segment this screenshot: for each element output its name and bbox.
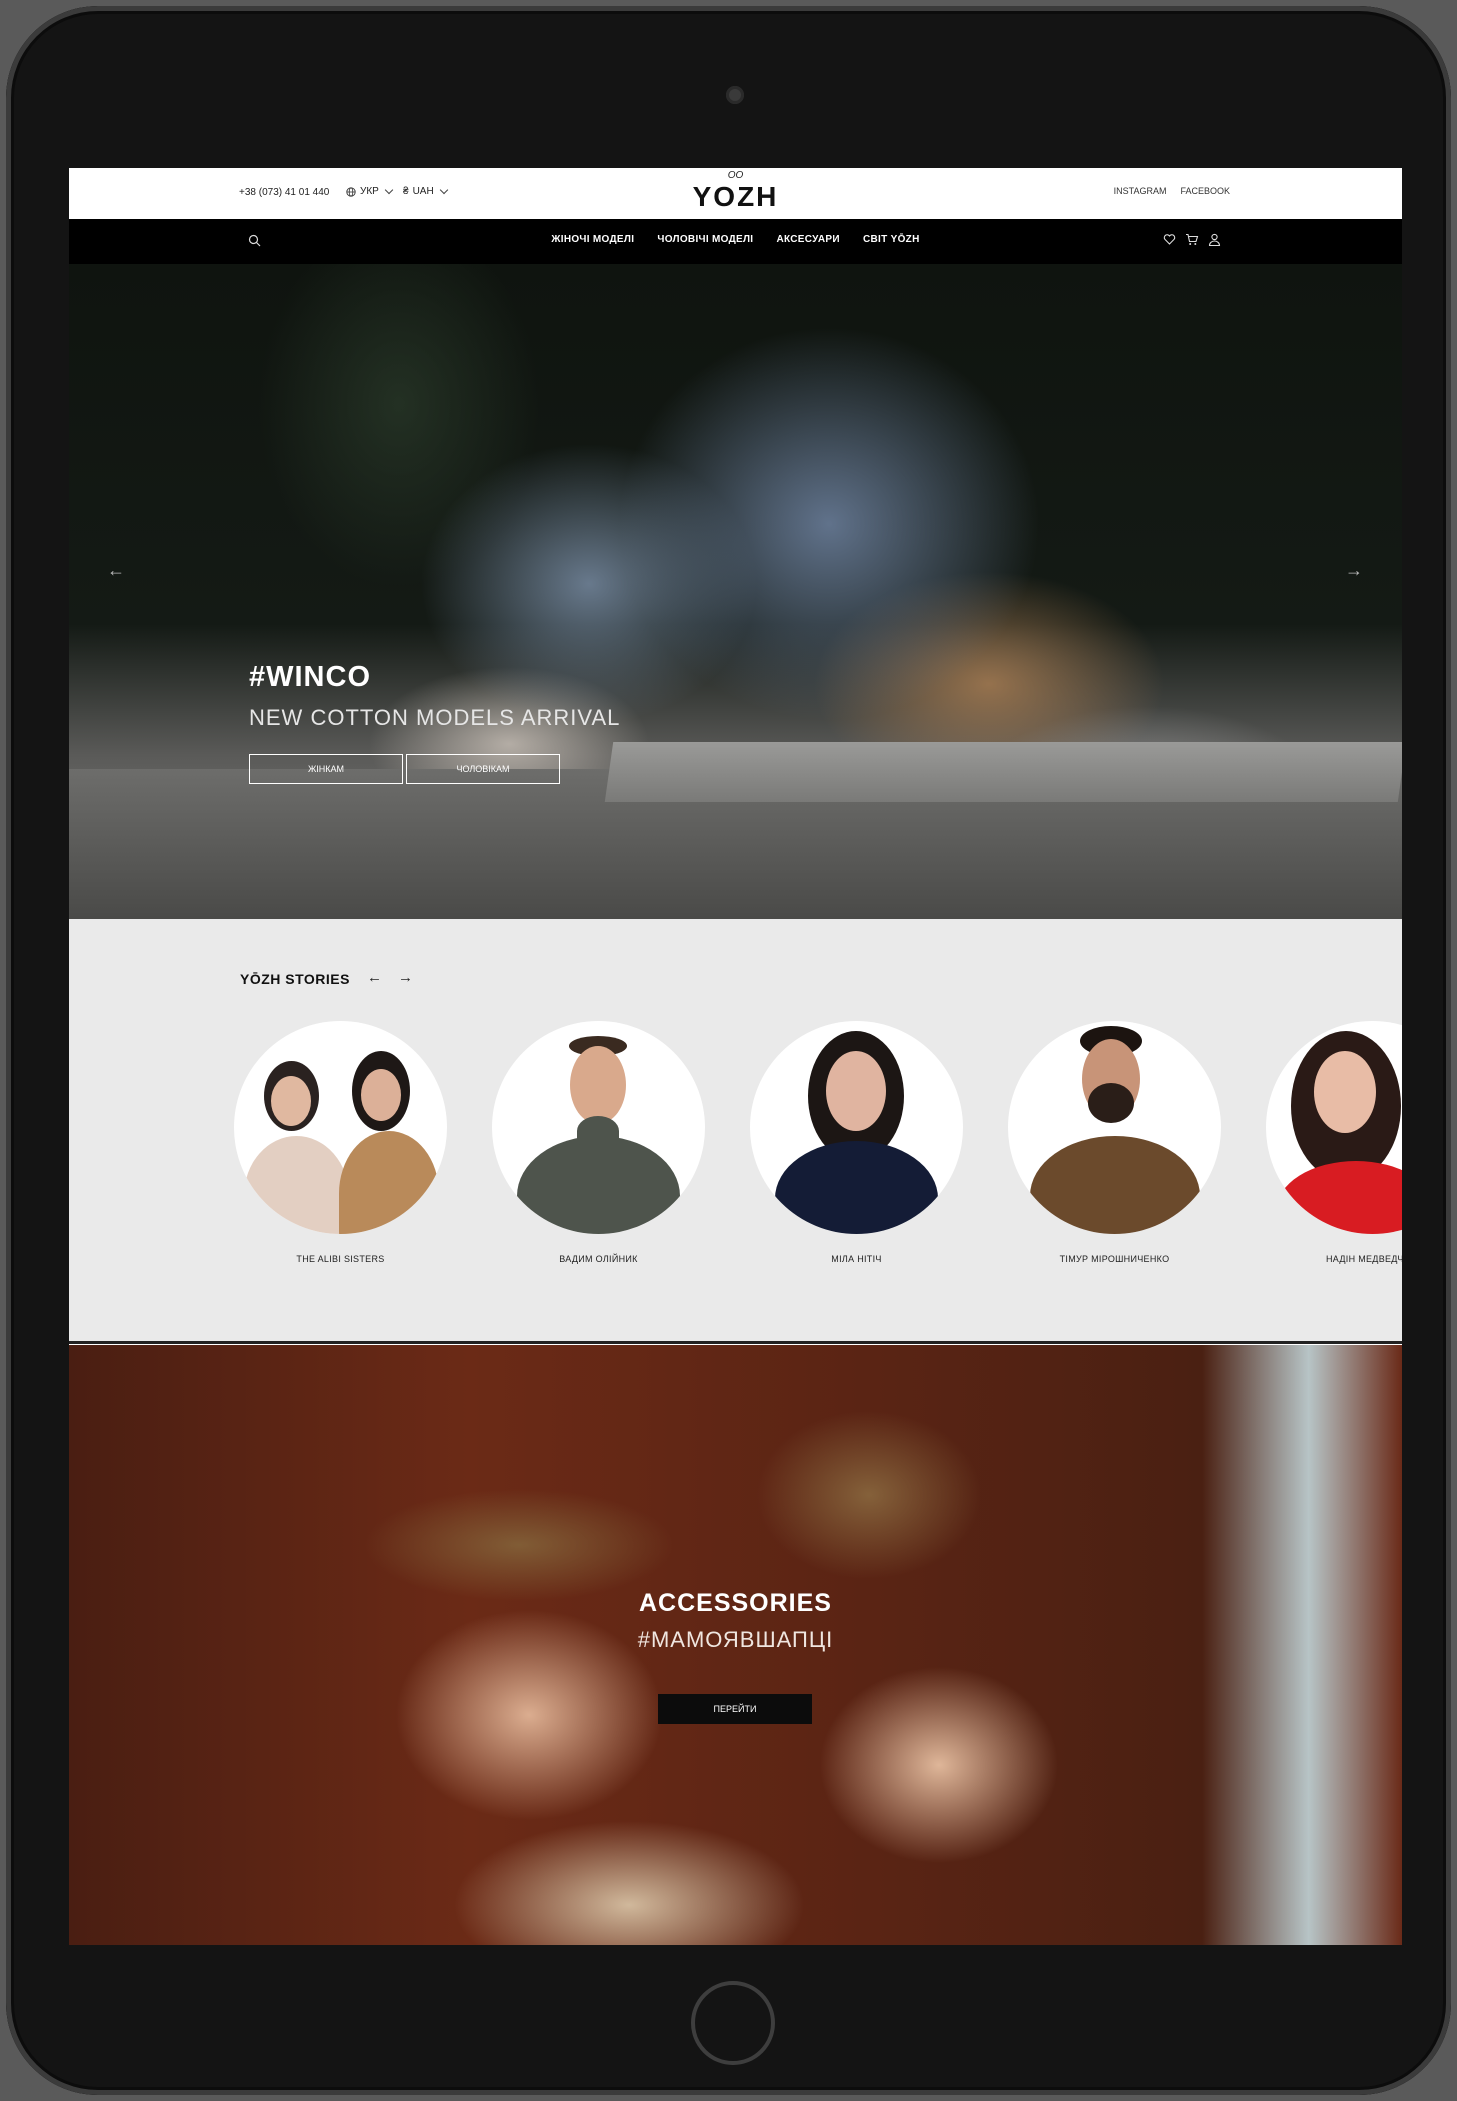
story-item[interactable]: ВАДИМ ОЛІЙНИК: [492, 1021, 705, 1264]
hero-next-arrow[interactable]: →: [1345, 560, 1363, 581]
story-name: THE ALIBI SISTERS: [296, 1254, 385, 1264]
language-label: УКР: [360, 186, 379, 197]
main-navigation: ЖІНОЧІ МОДЕЛІ ЧОЛОВІЧІ МОДЕЛІ АКСЕСУАРИ …: [69, 219, 1402, 264]
accessories-banner: ACCESSORIES #МАМОЯВШАПЦІ ПЕРЕЙТИ: [69, 1345, 1402, 1945]
hero-deck: [604, 742, 1402, 802]
nav-item-men[interactable]: ЧОЛОВІЧІ МОДЕЛІ: [657, 234, 753, 245]
women-button[interactable]: ЖІНКАМ: [249, 754, 403, 784]
stories-prev-arrow[interactable]: ←: [367, 969, 382, 986]
story-avatar: [1266, 1021, 1402, 1234]
story-avatar: [750, 1021, 963, 1234]
go-button[interactable]: ПЕРЕЙТИ: [658, 1694, 812, 1724]
nav-item-women[interactable]: ЖІНОЧІ МОДЕЛІ: [551, 234, 634, 245]
story-avatar: [492, 1021, 705, 1234]
story-name: НАДІН МЕДВЕДЧ: [1326, 1254, 1402, 1264]
tablet-frame: +38 (073) 41 01 440 УКР ₴ UAH ОО YOZH IN…: [6, 6, 1451, 2095]
hero-subtitle: NEW COTTON MODELS ARRIVAL: [249, 705, 621, 730]
currency-selector[interactable]: ₴ UAH: [403, 185, 448, 197]
nav-item-accessories[interactable]: АКСЕСУАРИ: [776, 234, 839, 245]
top-bar: +38 (073) 41 01 440 УКР ₴ UAH ОО YOZH IN…: [69, 168, 1402, 219]
cart-icon[interactable]: [1185, 233, 1199, 251]
story-avatar: [1008, 1021, 1221, 1234]
instagram-link[interactable]: INSTAGRAM: [1114, 186, 1167, 196]
nav-icons: [1163, 233, 1221, 251]
story-name: МІЛА НІТІЧ: [831, 1254, 882, 1264]
globe-icon: [346, 186, 356, 197]
stories-next-arrow[interactable]: →: [398, 969, 413, 986]
heart-icon[interactable]: [1163, 233, 1176, 251]
currency-label: UAH: [412, 186, 434, 197]
story-item[interactable]: МІЛА НІТІЧ: [750, 1021, 963, 1264]
phone-number[interactable]: +38 (073) 41 01 440: [239, 187, 329, 198]
hero-banner: ← → #WINCO NEW COTTON MODELS ARRIVAL ЖІН…: [69, 264, 1402, 919]
logo-text: YOZH: [692, 181, 779, 212]
hryvnia-icon: ₴: [403, 186, 409, 197]
nav-item-world[interactable]: СВІТ YŌZH: [863, 234, 920, 245]
accessories-hashtag: #МАМОЯВШАПЦІ: [637, 1627, 834, 1652]
hero-title: #WINCO: [249, 661, 371, 693]
user-icon[interactable]: [1208, 233, 1221, 251]
chevron-down-icon: [384, 185, 394, 195]
story-item[interactable]: THE ALIBI SISTERS: [234, 1021, 447, 1264]
stories-heading: YŌZH STORIES: [240, 971, 350, 987]
web-page: +38 (073) 41 01 440 УКР ₴ UAH ОО YOZH IN…: [69, 168, 1402, 1945]
hero-prev-arrow[interactable]: ←: [107, 560, 125, 581]
men-button[interactable]: ЧОЛОВІКАМ: [406, 754, 560, 784]
brand-logo[interactable]: ОО YOZH: [669, 170, 802, 216]
story-avatar: [234, 1021, 447, 1234]
social-links: INSTAGRAM FACEBOOK: [1114, 186, 1230, 196]
home-button[interactable]: [691, 1981, 775, 2065]
stories-section: YŌZH STORIES ← → THE ALIBI SISTERS ВАДИМ…: [69, 919, 1402, 1344]
facebook-link[interactable]: FACEBOOK: [1180, 186, 1230, 196]
camera-icon: [726, 86, 744, 104]
chevron-down-icon: [439, 185, 448, 195]
language-selector[interactable]: УКР: [346, 185, 394, 197]
story-name: ВАДИМ ОЛІЙНИК: [559, 1254, 638, 1264]
accessories-title: ACCESSORIES: [639, 1589, 832, 1617]
story-item[interactable]: ТІМУР МІРОШНИЧЕНКО: [1008, 1021, 1221, 1264]
story-name: ТІМУР МІРОШНИЧЕНКО: [1059, 1254, 1170, 1264]
story-item[interactable]: НАДІН МЕДВЕДЧ: [1266, 1021, 1402, 1264]
